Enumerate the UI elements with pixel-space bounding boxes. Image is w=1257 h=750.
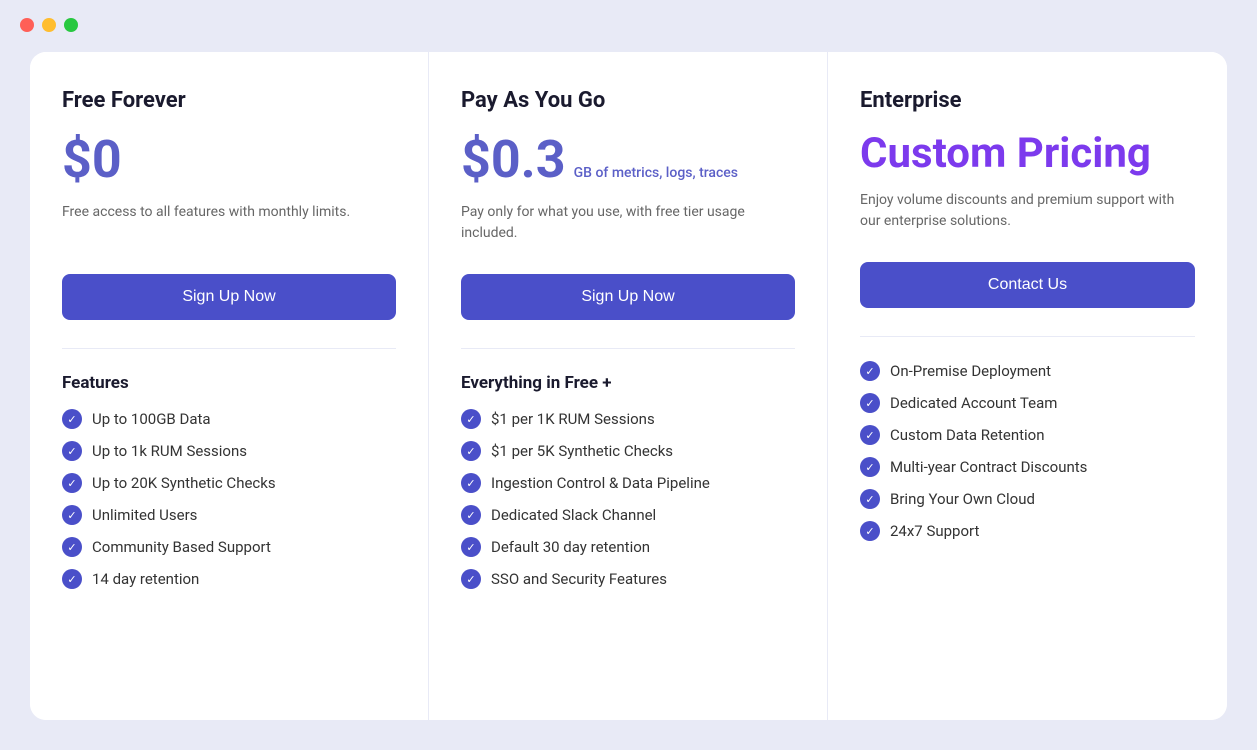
plan-description-free: Free access to all features with monthly… — [62, 202, 396, 250]
signup-button-payg[interactable]: Sign Up Now — [461, 274, 795, 320]
check-icon: ✓ — [461, 537, 481, 557]
feature-text: Up to 20K Synthetic Checks — [92, 474, 276, 492]
feature-text: Default 30 day retention — [491, 538, 650, 556]
check-icon: ✓ — [62, 569, 82, 589]
list-item: ✓ Up to 100GB Data — [62, 409, 396, 429]
feature-text: Community Based Support — [92, 538, 271, 556]
check-icon: ✓ — [461, 409, 481, 429]
check-icon: ✓ — [860, 521, 880, 541]
feature-text: Up to 1k RUM Sessions — [92, 442, 247, 460]
contact-button-enterprise[interactable]: Contact Us — [860, 262, 1195, 308]
list-item: ✓ $1 per 5K Synthetic Checks — [461, 441, 795, 461]
list-item: ✓ 14 day retention — [62, 569, 396, 589]
check-icon: ✓ — [62, 409, 82, 429]
plan-price-enterprise: Custom Pricing — [860, 129, 1195, 178]
divider-payg — [461, 348, 795, 349]
plan-name-payg: Pay As You Go — [461, 88, 795, 113]
feature-text: 24x7 Support — [890, 522, 979, 540]
feature-text: Ingestion Control & Data Pipeline — [491, 474, 710, 492]
window: Free Forever $0 Free access to all featu… — [0, 0, 1257, 750]
check-icon: ✓ — [461, 569, 481, 589]
check-icon: ✓ — [860, 393, 880, 413]
check-icon: ✓ — [62, 473, 82, 493]
check-icon: ✓ — [860, 425, 880, 445]
feature-text: 14 day retention — [92, 570, 199, 588]
plan-price-sub-payg: GB of metrics, logs, traces — [574, 165, 738, 181]
list-item: ✓ Multi-year Contract Discounts — [860, 457, 1195, 477]
divider-free — [62, 348, 396, 349]
feature-text: SSO and Security Features — [491, 570, 667, 588]
list-item: ✓ Custom Data Retention — [860, 425, 1195, 445]
list-item: ✓ Up to 20K Synthetic Checks — [62, 473, 396, 493]
list-item: ✓ Dedicated Account Team — [860, 393, 1195, 413]
feature-text: On-Premise Deployment — [890, 362, 1051, 380]
plan-card-enterprise: Enterprise Custom Pricing Enjoy volume d… — [828, 52, 1227, 720]
divider-enterprise — [860, 336, 1195, 337]
check-icon: ✓ — [62, 537, 82, 557]
plan-description-enterprise: Enjoy volume discounts and premium suppo… — [860, 190, 1195, 238]
feature-list-payg: ✓ $1 per 1K RUM Sessions ✓ $1 per 5K Syn… — [461, 409, 795, 589]
plan-description-payg: Pay only for what you use, with free tie… — [461, 202, 795, 250]
maximize-button[interactable] — [64, 18, 78, 32]
feature-list-enterprise: ✓ On-Premise Deployment ✓ Dedicated Acco… — [860, 361, 1195, 541]
signup-button-free[interactable]: Sign Up Now — [62, 274, 396, 320]
plan-card-free: Free Forever $0 Free access to all featu… — [30, 52, 429, 720]
features-title-payg: Everything in Free + — [461, 373, 795, 393]
list-item: ✓ 24x7 Support — [860, 521, 1195, 541]
content-area: Free Forever $0 Free access to all featu… — [0, 42, 1257, 750]
feature-text: Multi-year Contract Discounts — [890, 458, 1087, 476]
list-item: ✓ Ingestion Control & Data Pipeline — [461, 473, 795, 493]
plan-price-amount-payg: $0.3 — [461, 129, 566, 190]
list-item: ✓ $1 per 1K RUM Sessions — [461, 409, 795, 429]
check-icon: ✓ — [461, 473, 481, 493]
feature-text: Unlimited Users — [92, 506, 197, 524]
plan-price-payg: $0.3 GB of metrics, logs, traces — [461, 129, 795, 190]
feature-text: Dedicated Account Team — [890, 394, 1057, 412]
title-bar — [0, 0, 1257, 42]
plan-card-payg: Pay As You Go $0.3 GB of metrics, logs, … — [429, 52, 828, 720]
list-item: ✓ Up to 1k RUM Sessions — [62, 441, 396, 461]
plan-name-enterprise: Enterprise — [860, 88, 1195, 113]
close-button[interactable] — [20, 18, 34, 32]
check-icon: ✓ — [62, 505, 82, 525]
list-item: ✓ Community Based Support — [62, 537, 396, 557]
pricing-container: Free Forever $0 Free access to all featu… — [30, 52, 1227, 720]
feature-text: Up to 100GB Data — [92, 410, 211, 428]
check-icon: ✓ — [461, 505, 481, 525]
feature-text: Bring Your Own Cloud — [890, 490, 1035, 508]
list-item: ✓ Dedicated Slack Channel — [461, 505, 795, 525]
feature-text: Dedicated Slack Channel — [491, 506, 656, 524]
check-icon: ✓ — [62, 441, 82, 461]
feature-text: Custom Data Retention — [890, 426, 1045, 444]
list-item: ✓ Default 30 day retention — [461, 537, 795, 557]
check-icon: ✓ — [860, 457, 880, 477]
feature-text: $1 per 1K RUM Sessions — [491, 410, 655, 428]
plan-price-amount-free: $0 — [62, 129, 122, 190]
list-item: ✓ Unlimited Users — [62, 505, 396, 525]
check-icon: ✓ — [860, 489, 880, 509]
minimize-button[interactable] — [42, 18, 56, 32]
feature-text: $1 per 5K Synthetic Checks — [491, 442, 673, 460]
plan-price-free: $0 — [62, 129, 396, 190]
list-item: ✓ SSO and Security Features — [461, 569, 795, 589]
list-item: ✓ Bring Your Own Cloud — [860, 489, 1195, 509]
check-icon: ✓ — [461, 441, 481, 461]
features-title-free: Features — [62, 373, 396, 393]
plan-name-free: Free Forever — [62, 88, 396, 113]
list-item: ✓ On-Premise Deployment — [860, 361, 1195, 381]
check-icon: ✓ — [860, 361, 880, 381]
feature-list-free: ✓ Up to 100GB Data ✓ Up to 1k RUM Sessio… — [62, 409, 396, 589]
